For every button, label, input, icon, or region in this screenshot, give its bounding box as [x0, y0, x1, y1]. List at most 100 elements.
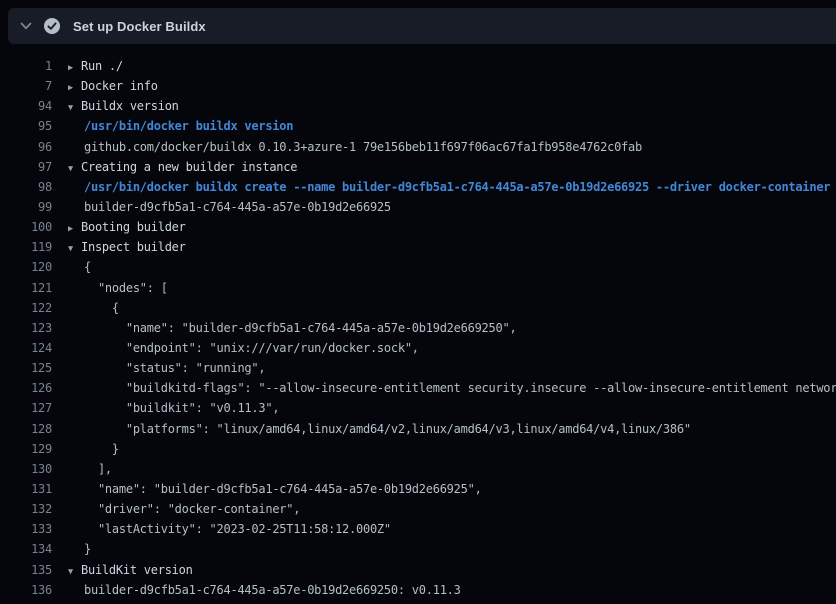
line-text: "platforms": "linux/amd64,linux/amd64/v2… — [84, 422, 691, 436]
triangle-expanded-icon[interactable]: ▼ — [68, 562, 81, 580]
line-text: /usr/bin/docker buildx version — [84, 119, 293, 133]
line-content: ▶Docker info — [68, 76, 836, 96]
line-text: "name": "builder-d9cfb5a1-c764-445a-a57e… — [84, 321, 516, 335]
line-text: builder-d9cfb5a1-c764-445a-a57e-0b19d2e6… — [84, 200, 391, 214]
log-line: 127 "buildkit": "v0.11.3", — [0, 398, 836, 418]
line-number[interactable]: 126 — [0, 378, 52, 398]
log-line: 134 } — [0, 539, 836, 559]
line-number[interactable]: 132 — [0, 499, 52, 519]
line-content: ▼Inspect builder — [68, 237, 836, 257]
line-content: "endpoint": "unix:///var/run/docker.sock… — [68, 338, 836, 358]
line-number[interactable]: 119 — [0, 237, 52, 257]
line-number[interactable]: 131 — [0, 479, 52, 499]
line-number[interactable]: 130 — [0, 459, 52, 479]
line-number[interactable]: 134 — [0, 539, 52, 559]
line-number[interactable]: 127 — [0, 398, 52, 418]
line-number[interactable]: 125 — [0, 358, 52, 378]
line-content: ▶Run ./ — [68, 56, 836, 76]
line-text: "driver": "docker-container", — [84, 502, 300, 516]
triangle-collapsed-icon[interactable]: ▶ — [68, 78, 81, 96]
line-number[interactable]: 128 — [0, 419, 52, 439]
log-line: 99 builder-d9cfb5a1-c764-445a-a57e-0b19d… — [0, 197, 836, 217]
line-content: } — [68, 439, 836, 459]
line-content: "name": "builder-d9cfb5a1-c764-445a-a57e… — [68, 479, 836, 499]
line-text: "buildkit": "v0.11.3", — [84, 401, 279, 415]
line-number[interactable]: 95 — [0, 116, 52, 136]
log-line[interactable]: 1 ▶Run ./ — [0, 56, 836, 76]
line-text: BuildKit version — [81, 563, 193, 577]
line-content: "driver": "docker-container", — [68, 499, 836, 519]
line-number[interactable]: 135 — [0, 560, 52, 580]
line-number[interactable]: 100 — [0, 217, 52, 237]
line-number[interactable]: 129 — [0, 439, 52, 459]
line-content: ▶Booting builder — [68, 217, 836, 237]
line-content: { — [68, 298, 836, 318]
line-text: "nodes": [ — [84, 281, 168, 295]
line-number[interactable]: 133 — [0, 519, 52, 539]
triangle-collapsed-icon[interactable]: ▶ — [68, 219, 81, 237]
line-number[interactable]: 136 — [0, 580, 52, 600]
log-line: 128 "platforms": "linux/amd64,linux/amd6… — [0, 419, 836, 439]
line-number[interactable]: 96 — [0, 137, 52, 157]
log-lines: 1 ▶Run ./ 7 ▶Docker info 94 ▼Buildx vers… — [0, 44, 836, 604]
log-line[interactable]: 100 ▶Booting builder — [0, 217, 836, 237]
line-content: github.com/docker/buildx 0.10.3+azure-1 … — [68, 137, 836, 157]
log-line: 96 github.com/docker/buildx 0.10.3+azure… — [0, 137, 836, 157]
log-line: 131 "name": "builder-d9cfb5a1-c764-445a-… — [0, 479, 836, 499]
line-text: Buildx version — [81, 99, 179, 113]
line-content: { — [68, 257, 836, 277]
line-content: "status": "running", — [68, 358, 836, 378]
line-content: builder-d9cfb5a1-c764-445a-a57e-0b19d2e6… — [68, 580, 836, 600]
line-number[interactable]: 98 — [0, 177, 52, 197]
line-number[interactable]: 99 — [0, 197, 52, 217]
line-text: /usr/bin/docker buildx create --name bui… — [84, 180, 830, 194]
log-line[interactable]: 97 ▼Creating a new builder instance — [0, 157, 836, 177]
triangle-expanded-icon[interactable]: ▼ — [68, 159, 81, 177]
line-number[interactable]: 122 — [0, 298, 52, 318]
line-text: { — [84, 301, 119, 315]
line-number[interactable]: 1 — [0, 56, 52, 76]
line-text: { — [84, 260, 91, 274]
line-text: builder-d9cfb5a1-c764-445a-a57e-0b19d2e6… — [84, 583, 461, 597]
log-line: 126 "buildkitd-flags": "--allow-insecure… — [0, 378, 836, 398]
line-number[interactable]: 7 — [0, 76, 52, 96]
log-line[interactable]: 7 ▶Docker info — [0, 76, 836, 96]
line-text: Run ./ — [81, 59, 123, 73]
line-text: "status": "running", — [84, 361, 265, 375]
line-content: "buildkitd-flags": "--allow-insecure-ent… — [68, 378, 836, 398]
line-text: "lastActivity": "2023-02-25T11:58:12.000… — [84, 522, 391, 536]
triangle-collapsed-icon[interactable]: ▶ — [68, 58, 81, 76]
line-text: "buildkitd-flags": "--allow-insecure-ent… — [84, 381, 836, 395]
line-content: /usr/bin/docker buildx create --name bui… — [68, 177, 836, 197]
log-line[interactable]: 135 ▼BuildKit version — [0, 560, 836, 580]
line-text: } — [84, 542, 91, 556]
log-line: 124 "endpoint": "unix:///var/run/docker.… — [0, 338, 836, 358]
log-line[interactable]: 94 ▼Buildx version — [0, 96, 836, 116]
log-line: 121 "nodes": [ — [0, 278, 836, 298]
line-number[interactable]: 121 — [0, 278, 52, 298]
triangle-expanded-icon[interactable]: ▼ — [68, 98, 81, 116]
triangle-expanded-icon[interactable]: ▼ — [68, 239, 81, 257]
line-content: ▼Buildx version — [68, 96, 836, 116]
chevron-down-icon[interactable] — [18, 18, 34, 34]
log-line[interactable]: 119 ▼Inspect builder — [0, 237, 836, 257]
line-text: github.com/docker/buildx 0.10.3+azure-1 … — [84, 140, 642, 154]
log-line: 133 "lastActivity": "2023-02-25T11:58:12… — [0, 519, 836, 539]
log-line: 98 /usr/bin/docker buildx create --name … — [0, 177, 836, 197]
line-number[interactable]: 123 — [0, 318, 52, 338]
line-content: } — [68, 539, 836, 559]
line-content: "platforms": "linux/amd64,linux/amd64/v2… — [68, 419, 836, 439]
line-number[interactable]: 120 — [0, 257, 52, 277]
line-number[interactable]: 97 — [0, 157, 52, 177]
step-header[interactable]: Set up Docker Buildx — [8, 8, 836, 44]
line-text: "name": "builder-d9cfb5a1-c764-445a-a57e… — [84, 482, 482, 496]
log-line: 95 /usr/bin/docker buildx version — [0, 116, 836, 136]
step-title: Set up Docker Buildx — [73, 19, 206, 34]
log-line: 122 { — [0, 298, 836, 318]
line-number[interactable]: 124 — [0, 338, 52, 358]
line-content: "lastActivity": "2023-02-25T11:58:12.000… — [68, 519, 836, 539]
line-text: Booting builder — [81, 220, 186, 234]
check-circle-icon — [44, 18, 60, 34]
log-line: 120 { — [0, 257, 836, 277]
line-number[interactable]: 94 — [0, 96, 52, 116]
